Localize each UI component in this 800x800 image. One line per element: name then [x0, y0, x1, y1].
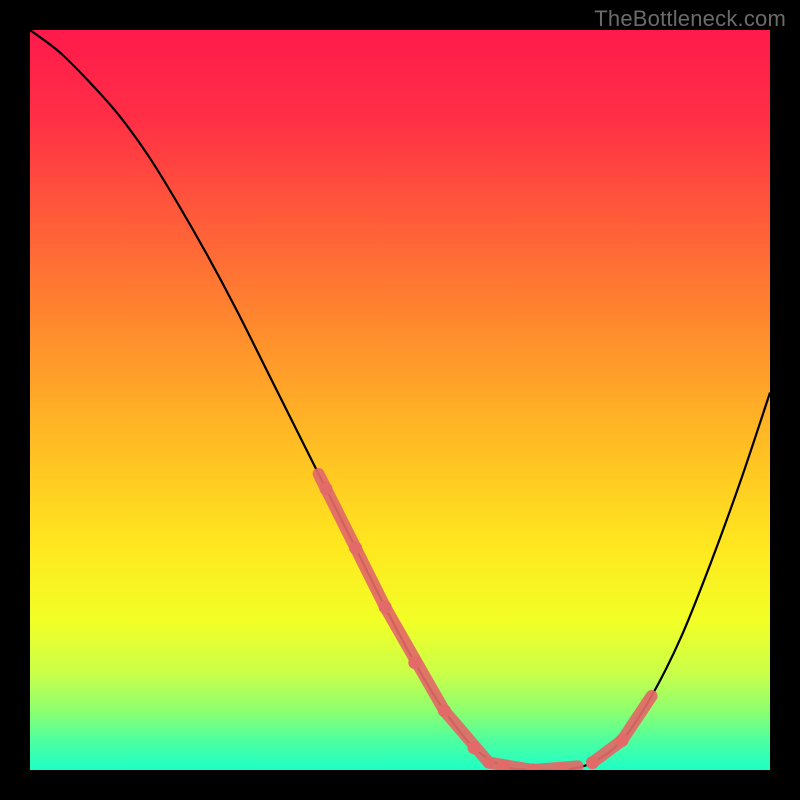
highlight-dot — [349, 542, 362, 555]
plot-area — [30, 30, 770, 770]
highlight-dot — [616, 734, 629, 747]
gradient-background — [30, 30, 770, 770]
highlight-dot — [586, 756, 599, 769]
highlight-dot — [379, 601, 392, 614]
highlight-segment — [489, 763, 533, 770]
highlight-dot — [320, 482, 333, 495]
watermark-text: TheBottleneck.com — [594, 6, 786, 32]
highlight-dot — [438, 704, 451, 717]
chart-container: TheBottleneck.com — [0, 0, 800, 800]
highlight-segment — [533, 766, 577, 770]
highlight-dot — [468, 741, 481, 754]
bottleneck-curve-chart — [30, 30, 770, 770]
highlight-dot — [408, 656, 421, 669]
